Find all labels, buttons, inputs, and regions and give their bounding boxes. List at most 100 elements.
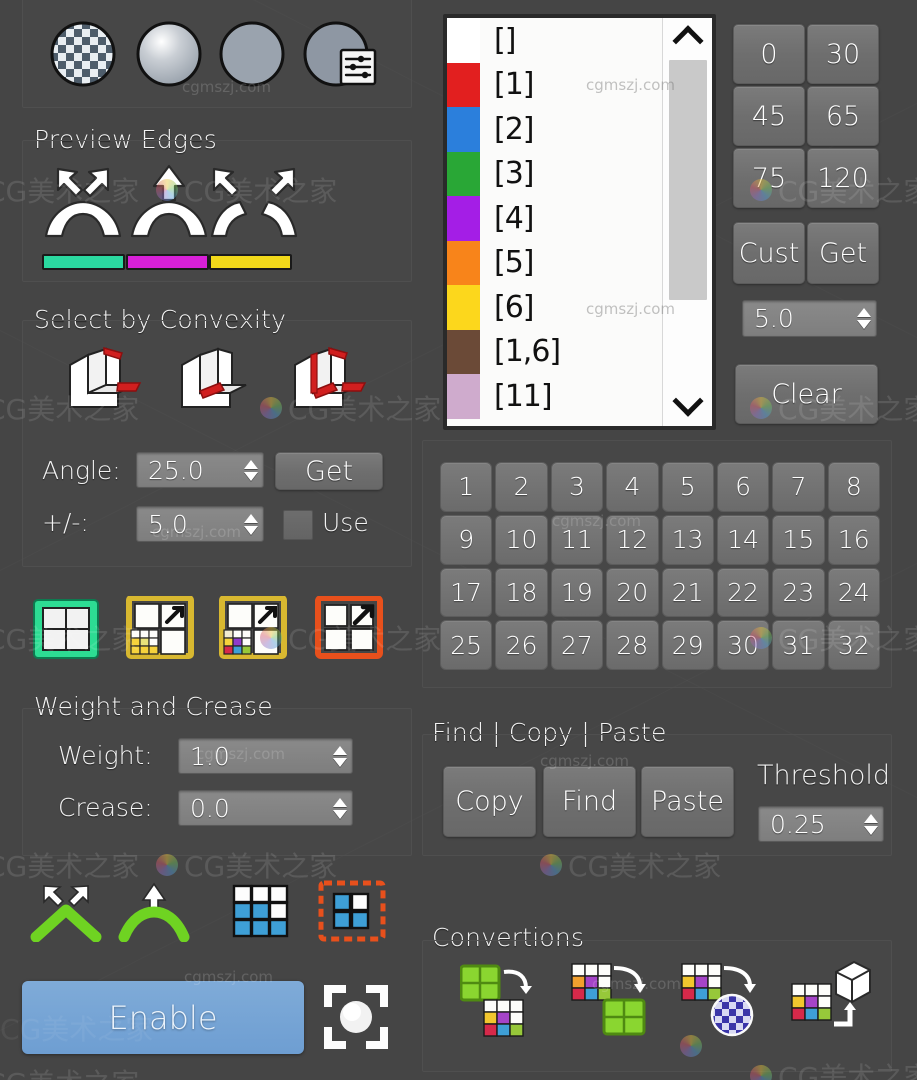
scrollbar-thumb[interactable] — [668, 60, 707, 300]
angle-preset-30[interactable]: 30 — [807, 24, 879, 84]
find-button[interactable]: Find — [543, 766, 636, 837]
cust-button[interactable]: Cust — [733, 222, 805, 284]
angle-preset-120[interactable]: 120 — [807, 148, 879, 208]
id-grid-cell-15[interactable]: 15 — [772, 514, 825, 565]
id-grid-cell-13[interactable]: 13 — [661, 514, 714, 565]
angle-get-button[interactable]: Get — [275, 452, 383, 490]
tolerance-step-down-icon[interactable] — [857, 320, 871, 329]
id-grid-cell-31[interactable]: 31 — [772, 620, 825, 670]
id-grid-cell-26[interactable]: 26 — [495, 620, 548, 670]
crease-stepper[interactable] — [328, 791, 352, 825]
angle-input[interactable]: 25.0 — [136, 452, 264, 488]
checker-sphere[interactable] — [50, 21, 116, 87]
clear-button[interactable]: Clear — [735, 364, 878, 424]
crease-input[interactable]: 0.0 — [178, 790, 353, 826]
angle-preset-65[interactable]: 65 — [807, 86, 879, 146]
concave-edges-button[interactable] — [206, 164, 306, 242]
crease-step-up-icon[interactable] — [333, 797, 347, 807]
id-to-quad-icon[interactable] — [570, 960, 652, 1038]
id-grid-cell-28[interactable]: 28 — [606, 620, 659, 670]
tolerance-input[interactable]: 5.0 — [742, 300, 877, 337]
weight-stepper[interactable] — [328, 739, 352, 773]
listbox-row[interactable]: [11] — [447, 374, 662, 419]
id-to-material-icon[interactable] — [680, 960, 762, 1038]
id-grid-cell-4[interactable]: 4 — [606, 462, 659, 512]
convex-edges-button[interactable] — [36, 164, 130, 242]
id-grid-cell-16[interactable]: 16 — [827, 514, 880, 565]
id-grid-cell-3[interactable]: 3 — [550, 462, 604, 512]
weight-input[interactable]: 1.0 — [178, 738, 353, 774]
glossy-sphere[interactable] — [136, 21, 202, 87]
scroll-down-arrow[interactable] — [663, 384, 712, 424]
clear-id-red-icon[interactable] — [315, 595, 385, 660]
id-grid-cell-1[interactable]: 1 — [440, 462, 493, 512]
threshold-step-down-icon[interactable] — [864, 825, 878, 835]
select-convex-icon[interactable] — [58, 345, 148, 417]
target-sphere-icon[interactable] — [322, 983, 390, 1051]
tolerance-step-up-icon[interactable] — [857, 308, 871, 317]
id-grid-cell-27[interactable]: 27 — [550, 620, 604, 670]
threshold-stepper[interactable] — [859, 807, 883, 841]
grid-marquee-icon[interactable] — [318, 880, 386, 942]
angle-preset-75[interactable]: 75 — [733, 148, 805, 208]
listbox-scrollbar[interactable] — [662, 18, 712, 426]
copy-id-yellow-icon[interactable] — [126, 595, 196, 660]
select-all-green-icon[interactable] — [32, 598, 100, 660]
id-grid-cell-8[interactable]: 8 — [827, 462, 880, 512]
id-grid-cell-19[interactable]: 19 — [550, 567, 604, 618]
listbox-row[interactable]: [1] — [447, 62, 662, 107]
listbox-row[interactable]: [5] — [447, 240, 662, 285]
id-grid-cell-14[interactable]: 14 — [716, 514, 770, 565]
id-grid-cell-24[interactable]: 24 — [827, 567, 880, 618]
enable-button[interactable]: Enable — [22, 981, 304, 1054]
grid-select-icon[interactable] — [232, 884, 290, 940]
angle-preset-45[interactable]: 45 — [733, 86, 805, 146]
plusminus-input[interactable]: 5.0 — [136, 506, 264, 542]
copy-button[interactable]: Copy — [443, 766, 536, 837]
id-grid-cell-7[interactable]: 7 — [772, 462, 825, 512]
angle-step-down-icon[interactable] — [244, 471, 258, 481]
single-edge-icon[interactable] — [118, 882, 190, 943]
id-grid-cell-12[interactable]: 12 — [606, 514, 659, 565]
material-id-grid[interactable]: 1 2 3 4 5 6 7 8 9 10 11 12 13 14 15 16 17 18 19 20 21 22 23 24 2… — [440, 462, 880, 670]
quad-to-id-icon[interactable] — [459, 960, 538, 1038]
preset-get-button[interactable]: Get — [807, 222, 879, 284]
id-grid-cell-11[interactable]: 11 — [550, 514, 604, 565]
threshold-input[interactable]: 0.25 — [758, 806, 884, 842]
id-grid-cell-22[interactable]: 22 — [716, 567, 770, 618]
id-grid-cell-25[interactable]: 25 — [440, 620, 493, 670]
copy-id-multi-icon[interactable] — [219, 595, 289, 660]
weight-step-up-icon[interactable] — [333, 745, 347, 755]
sphere-with-settings[interactable] — [303, 21, 381, 95]
id-grid-cell-18[interactable]: 18 — [495, 567, 548, 618]
angle-step-up-icon[interactable] — [244, 459, 258, 469]
id-grid-cell-2[interactable]: 2 — [495, 462, 548, 512]
edge-id-listbox[interactable]: [] [1] [2] [3] [4] [5] [6] [1,6] [11] — [443, 14, 716, 430]
id-grid-cell-6[interactable]: 6 — [716, 462, 770, 512]
id-to-object-icon[interactable] — [790, 958, 876, 1040]
id-grid-cell-17[interactable]: 17 — [440, 567, 493, 618]
listbox-row[interactable]: [6] — [447, 285, 662, 330]
id-grid-cell-23[interactable]: 23 — [772, 567, 825, 618]
id-grid-cell-10[interactable]: 10 — [495, 514, 548, 565]
flat-sphere[interactable] — [219, 21, 285, 87]
id-grid-cell-30[interactable]: 30 — [716, 620, 770, 670]
id-grid-cell-29[interactable]: 29 — [661, 620, 714, 670]
angle-preset-0[interactable]: 0 — [733, 24, 805, 84]
weight-step-down-icon[interactable] — [333, 757, 347, 767]
id-grid-cell-32[interactable]: 32 — [827, 620, 880, 670]
crease-step-down-icon[interactable] — [333, 809, 347, 819]
listbox-row[interactable]: [2] — [447, 107, 662, 152]
scroll-up-arrow[interactable] — [663, 18, 712, 58]
id-grid-cell-9[interactable]: 9 — [440, 514, 493, 565]
plusminus-step-down-icon[interactable] — [244, 525, 258, 535]
select-flat-icon[interactable] — [170, 345, 260, 417]
listbox-rows[interactable]: [] [1] [2] [3] [4] [5] [6] [1,6] [11] — [447, 18, 662, 426]
select-concave-icon[interactable] — [283, 345, 373, 417]
open-edges-icon[interactable] — [30, 882, 102, 943]
listbox-row[interactable]: [3] — [447, 151, 662, 196]
id-grid-cell-20[interactable]: 20 — [606, 567, 659, 618]
listbox-row[interactable]: [] — [447, 18, 662, 63]
id-grid-cell-5[interactable]: 5 — [661, 462, 714, 512]
paste-button[interactable]: Paste — [641, 766, 734, 837]
